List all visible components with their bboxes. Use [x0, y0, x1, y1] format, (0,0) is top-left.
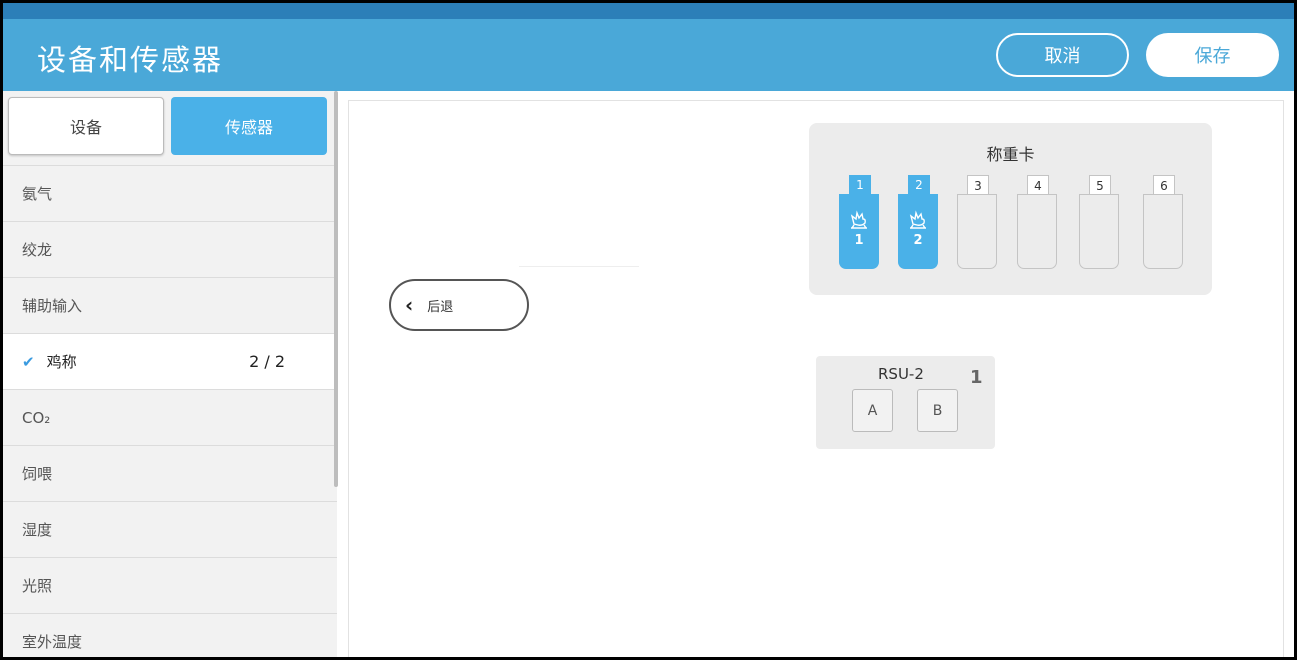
sensor-item-label: CO₂	[22, 408, 51, 427]
slot-number: 5	[1089, 175, 1111, 195]
slot-body	[957, 194, 997, 269]
main-panel: ‹ 后退 称重卡 1 1 2 2 3 4 5 6 RSU-2 1 A B	[348, 100, 1284, 657]
sensor-item-label: 绞龙	[22, 241, 53, 259]
weigh-slot-3[interactable]: 3	[957, 175, 997, 269]
check-icon: ✔	[22, 352, 35, 371]
sensor-item-bird-scale[interactable]: ✔ 鸡称 2 / 2	[3, 333, 337, 389]
back-button[interactable]: ‹ 后退	[389, 279, 529, 331]
sensor-item-label: 鸡称	[46, 353, 77, 371]
slot-body	[898, 194, 938, 269]
sensor-item-label: 辅助输入	[22, 297, 83, 315]
sidebar: 设备 传感器 氨气 绞龙 辅助输入 ✔ 鸡称 2 / 2 CO₂ 饲喂 湿度 光…	[3, 91, 337, 657]
weigh-card: 称重卡 1 1 2 2 3 4 5 6	[809, 123, 1212, 295]
sensor-item-count: 2 / 2	[249, 352, 285, 371]
header-bar: 设备和传感器 取消 保存	[3, 19, 1294, 91]
sensor-item-label: 室外温度	[22, 633, 83, 651]
tab-devices[interactable]: 设备	[8, 97, 164, 155]
slot-number: 2	[908, 175, 930, 195]
weigh-slot-4[interactable]: 4	[1017, 175, 1057, 269]
slot-body	[1017, 194, 1057, 269]
rsu-name: RSU-2	[878, 365, 924, 383]
port-b[interactable]: B	[917, 389, 958, 432]
weigh-slot-6[interactable]: 6	[1143, 175, 1183, 269]
sensor-item-aux-input[interactable]: 辅助输入	[3, 277, 337, 333]
rsu-number: 1	[970, 367, 983, 388]
slot-number: 3	[967, 175, 989, 195]
sensor-item-feed[interactable]: 饲喂	[3, 445, 337, 501]
chevron-left-icon: ‹	[405, 293, 414, 317]
slot-number: 4	[1027, 175, 1049, 195]
cancel-button[interactable]: 取消	[996, 33, 1129, 77]
weigh-slot-5[interactable]: 5	[1079, 175, 1119, 269]
rsu-card: RSU-2 1 A B	[816, 356, 995, 449]
back-label: 后退	[427, 299, 454, 315]
tab-sensors[interactable]: 传感器	[171, 97, 327, 155]
port-a[interactable]: A	[852, 389, 893, 432]
app-window: 设备和传感器 取消 保存 设备 传感器 氨气 绞龙 辅助输入 ✔ 鸡称 2 / …	[3, 3, 1294, 657]
slot-number: 1	[849, 175, 871, 195]
slot-assigned-number: 2	[913, 233, 923, 248]
sensor-item-label: 光照	[22, 577, 53, 595]
sensor-item-co2[interactable]: CO₂	[3, 389, 337, 445]
sensor-item-light[interactable]: 光照	[3, 557, 337, 613]
weigh-card-title: 称重卡	[986, 145, 1035, 164]
sensor-item-humidity[interactable]: 湿度	[3, 501, 337, 557]
sidebar-scrollbar[interactable]	[334, 91, 338, 487]
save-button[interactable]: 保存	[1146, 33, 1279, 77]
sensor-list: 氨气 绞龙 辅助输入 ✔ 鸡称 2 / 2 CO₂ 饲喂 湿度 光照 室外温度	[3, 165, 337, 657]
bird-scale-icon	[850, 210, 867, 229]
sensor-item-label: 饲喂	[22, 465, 53, 483]
weigh-slot-2[interactable]: 2 2	[898, 175, 938, 269]
weigh-slot-1[interactable]: 1 1	[839, 175, 879, 269]
top-strip	[3, 3, 1294, 19]
page-title: 设备和传感器	[37, 43, 224, 77]
sensor-item-ammonia[interactable]: 氨气	[3, 165, 337, 221]
sensor-item-auger[interactable]: 绞龙	[3, 221, 337, 277]
sensor-item-label: 氨气	[22, 185, 53, 203]
bird-scale-icon	[909, 210, 926, 229]
divider	[519, 266, 639, 267]
slot-body	[1079, 194, 1119, 269]
slot-body	[839, 194, 879, 269]
sensor-item-outside-temp[interactable]: 室外温度	[3, 613, 337, 657]
slot-body	[1143, 194, 1183, 269]
sensor-item-label: 湿度	[22, 521, 53, 539]
slot-assigned-number: 1	[854, 233, 864, 248]
slot-number: 6	[1153, 175, 1175, 195]
